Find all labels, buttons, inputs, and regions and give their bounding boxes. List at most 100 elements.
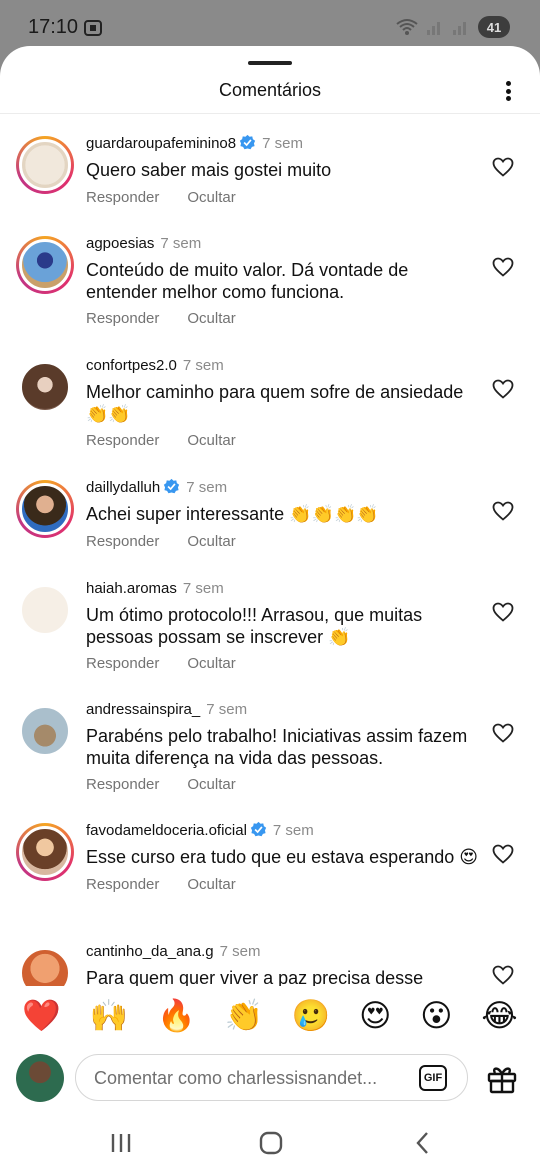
system-nav-bar — [0, 1112, 540, 1170]
emoji-reaction-button[interactable]: 😍 — [359, 1000, 391, 1032]
comment-time: 7 sem — [182, 357, 224, 374]
comment-username[interactable]: favodameldoceria.oficial — [86, 822, 247, 839]
home-icon[interactable] — [258, 1130, 284, 1156]
avatar-image — [19, 705, 71, 757]
comments-list[interactable]: guardaroupafeminino8 7 sem Quero saber mai… — [0, 116, 540, 986]
reply-button[interactable]: Responder — [86, 655, 159, 672]
emoji-reaction-button[interactable]: 🙌 — [90, 1000, 129, 1032]
hide-button[interactable]: Ocultar — [187, 189, 235, 206]
comment-meta: cantinho_da_ana.g 7 sem — [86, 942, 480, 962]
reply-button[interactable]: Responder — [86, 876, 159, 893]
like-heart-icon[interactable] — [492, 843, 514, 865]
gif-button[interactable]: GIF — [419, 1065, 447, 1091]
hide-button[interactable]: Ocultar — [187, 432, 235, 449]
reply-button[interactable]: Responder — [86, 310, 159, 327]
emoji-reaction-button[interactable]: ❤️ — [22, 1000, 61, 1032]
screenshot-icon — [84, 20, 102, 36]
comment-input[interactable]: Comentar como charlessisnandet... GIF — [75, 1054, 468, 1101]
like-heart-icon[interactable] — [492, 722, 514, 744]
current-user-avatar — [16, 1054, 64, 1102]
emoji-reaction-button[interactable]: 🔥 — [157, 1000, 196, 1032]
comment-time: 7 sem — [186, 479, 228, 496]
emoji-reaction-button[interactable]: 👏 — [224, 1000, 263, 1032]
verified-badge-icon — [164, 478, 180, 494]
emoji-reaction-button[interactable]: 😮 — [420, 1000, 452, 1032]
comment-text: Parabéns pelo trabalho! Iniciativas assi… — [86, 726, 468, 768]
avatar-image — [19, 139, 71, 191]
comment-body: agpoesias 7 sem Conteúdo de muito valor. D… — [86, 234, 480, 327]
back-icon[interactable] — [410, 1130, 436, 1156]
verified-badge-icon — [250, 821, 267, 837]
comments-sheet: Comentários guardaroupafeminino8 7 sem Que… — [0, 46, 540, 1170]
comment-avatar[interactable] — [16, 480, 74, 538]
like-heart-icon[interactable] — [492, 601, 514, 623]
comment-time: 7 sem — [206, 701, 248, 718]
comment-actions: Responder Ocultar — [86, 432, 480, 449]
avatar-image — [19, 826, 71, 878]
like-heart-icon[interactable] — [492, 964, 514, 986]
comment-body: cantinho_da_ana.g 7 sem Para quem quer viv… — [86, 942, 480, 986]
comment-meta: haiah.aromas 7 sem — [86, 579, 480, 599]
reply-button[interactable]: Responder — [86, 533, 159, 550]
like-heart-icon[interactable] — [492, 156, 514, 178]
comment-body: andressainspira_ 7 sem Parabéns pelo traba… — [86, 700, 480, 793]
avatar-image — [19, 584, 71, 636]
comment-actions: Responder Ocultar — [86, 655, 480, 672]
signal-icon-2 — [453, 22, 466, 35]
avatar-image — [19, 947, 71, 986]
like-heart-icon[interactable] — [492, 378, 514, 400]
sheet-drag-handle[interactable] — [248, 61, 292, 65]
comment-avatar[interactable] — [16, 702, 74, 760]
comment-body: haiah.aromas 7 sem Um ótimo protocolo!!! A… — [86, 579, 480, 672]
comment-avatar[interactable] — [16, 358, 74, 416]
like-heart-icon[interactable] — [492, 500, 514, 522]
comment-username[interactable]: guardaroupafeminino8 — [86, 135, 236, 152]
comment-avatar[interactable] — [16, 581, 74, 639]
hide-button[interactable]: Ocultar — [187, 310, 235, 327]
hide-button[interactable]: Ocultar — [187, 776, 235, 793]
comment-text: Achei super interessante 👏👏👏👏 — [86, 504, 379, 524]
hide-button[interactable]: Ocultar — [187, 533, 235, 550]
comment-meta: confortpes2.0 7 sem — [86, 356, 480, 376]
comment-text: Um ótimo protocolo!!! Arrasou, que muita… — [86, 605, 423, 647]
battery-indicator: 41 — [478, 16, 510, 38]
comment-time: 7 sem — [272, 822, 314, 839]
comment-text: Esse curso era tudo que eu estava espera… — [86, 847, 479, 867]
comment-meta: guardaroupafeminino8 7 sem — [86, 134, 480, 154]
reply-button[interactable]: Responder — [86, 432, 159, 449]
like-heart-icon[interactable] — [492, 256, 514, 278]
reply-button[interactable]: Responder — [86, 776, 159, 793]
sheet-title: Comentários — [218, 80, 322, 100]
comment-username[interactable]: cantinho_da_ana.g — [86, 943, 214, 960]
comment-text: Conteúdo de muito valor. Dá vontade de e… — [86, 260, 409, 302]
comment-time: 7 sem — [182, 580, 224, 597]
comment-body: guardaroupafeminino8 7 sem Quero saber mai… — [86, 134, 480, 206]
comment-body: confortpes2.0 7 sem Melhor caminho para qu… — [86, 356, 480, 449]
comment-avatar[interactable] — [16, 944, 74, 986]
comment-username[interactable]: andressainspira_ — [86, 701, 200, 718]
comment-actions: Responder Ocultar — [86, 189, 480, 206]
more-options-icon[interactable] — [498, 78, 518, 104]
reply-button[interactable]: Responder — [86, 189, 159, 206]
comment-username[interactable]: confortpes2.0 — [86, 357, 177, 374]
recent-apps-icon[interactable] — [108, 1130, 134, 1156]
emoji-reaction-button[interactable]: 🥲 — [292, 1000, 331, 1032]
comment-meta: favodameldoceria.oficial 7 sem — [86, 821, 480, 841]
comment-username[interactable]: daillydalluh — [86, 479, 160, 496]
avatar-image — [19, 361, 71, 413]
avatar-image — [19, 239, 71, 291]
comment-username[interactable]: haiah.aromas — [86, 580, 177, 597]
hide-button[interactable]: Ocultar — [187, 655, 235, 672]
comment-username[interactable]: agpoesias — [86, 235, 154, 252]
comment-body: favodameldoceria.oficial 7 sem Esse curso … — [86, 821, 480, 893]
comment-avatar[interactable] — [16, 236, 74, 294]
status-time: 17:10 — [28, 16, 79, 38]
hide-button[interactable]: Ocultar — [187, 876, 235, 893]
comment-avatar[interactable] — [16, 136, 74, 194]
emoji-reaction-button[interactable]: 😂 — [481, 1000, 517, 1032]
comment-actions: Responder Ocultar — [86, 310, 480, 327]
comment-composer: Comentar como charlessisnandet... GIF — [0, 1046, 540, 1110]
comment-avatar[interactable] — [16, 823, 74, 881]
wifi-icon — [396, 19, 418, 35]
gift-icon[interactable] — [486, 1064, 518, 1094]
